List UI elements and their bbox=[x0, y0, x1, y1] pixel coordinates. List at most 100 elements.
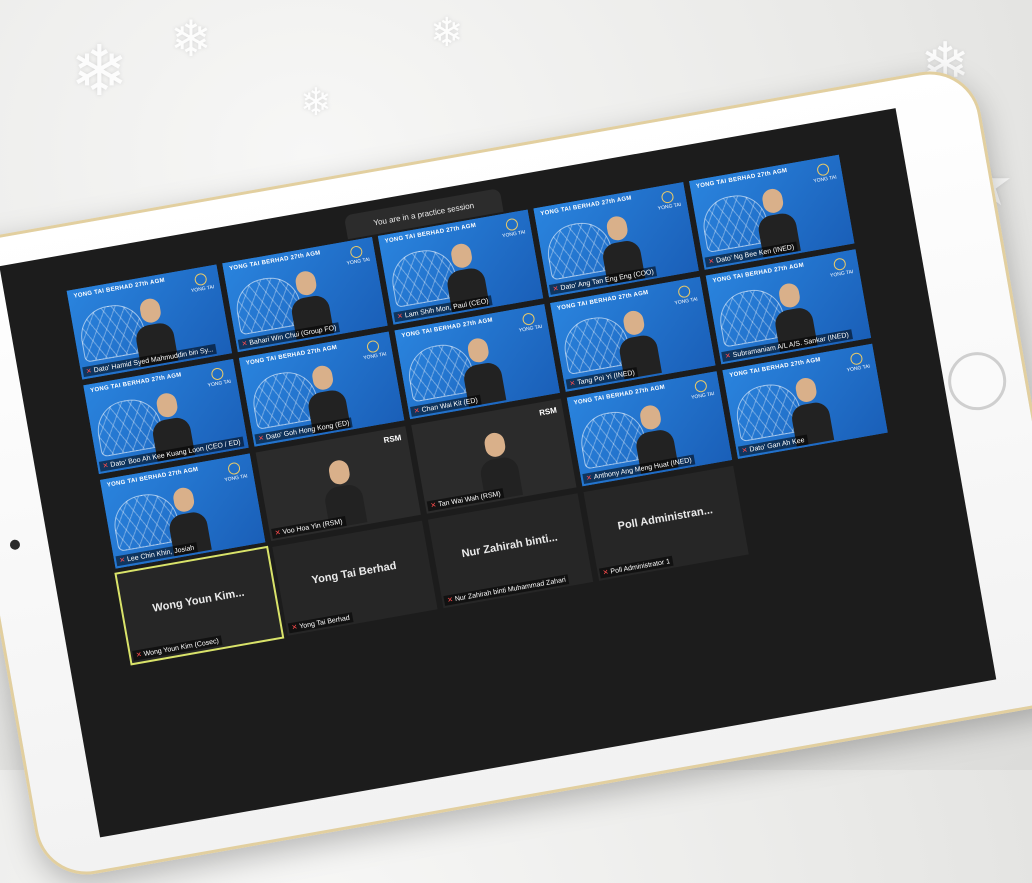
logo-text: YONG TAI bbox=[362, 351, 388, 362]
muted-mic-icon: ✕ bbox=[274, 529, 282, 538]
zoom-gallery-view: You are in a practice session YONG TAI B… bbox=[0, 108, 997, 838]
muted-mic-icon: ✕ bbox=[707, 258, 715, 266]
muted-mic-icon: ✕ bbox=[85, 367, 93, 376]
camera-icon bbox=[9, 538, 21, 551]
muted-mic-icon: ✕ bbox=[396, 312, 404, 321]
muted-mic-icon: ✕ bbox=[241, 340, 249, 349]
company-logo: YONG TAI bbox=[827, 256, 854, 280]
company-logo: YONG TAI bbox=[811, 162, 838, 185]
participant-tile[interactable]: Nur Zahirah binti... ✕ Nur Zahirah binti M… bbox=[427, 493, 594, 609]
participant-tile[interactable]: YONG TAI BERHAD 27th AGM YONG TAI ✕ Bahari … bbox=[222, 237, 388, 353]
logo-text: YONG TAI bbox=[190, 284, 215, 295]
home-button[interactable] bbox=[943, 347, 1011, 415]
logo-text: YONG TAI bbox=[829, 269, 854, 280]
participant-name-label: ✕ Nur Zahirah binti Muhammad Zahari bbox=[443, 574, 570, 606]
logo-text: YONG TAI bbox=[346, 256, 371, 267]
participant-tile[interactable]: YONG TAI BERHAD 27th AGM YONG TAI ✕ Subrama… bbox=[705, 249, 872, 365]
logo-text: YONG TAI bbox=[207, 378, 232, 389]
company-logo: YONG TAI bbox=[689, 378, 715, 401]
logo-text: YONG TAI bbox=[518, 323, 543, 334]
muted-mic-icon: ✕ bbox=[552, 285, 560, 294]
logo-text: YONG TAI bbox=[813, 174, 838, 185]
snowflake-icon: ❄ bbox=[170, 11, 212, 67]
participant-name: Nur Zahirah binti Muhammad Zahari bbox=[454, 576, 567, 603]
head bbox=[466, 336, 491, 364]
company-logo: YONG TAI bbox=[516, 311, 543, 334]
head bbox=[794, 376, 819, 404]
seal-icon bbox=[521, 312, 536, 326]
logo-text: YONG TAI bbox=[224, 473, 249, 484]
muted-mic-icon: ✕ bbox=[568, 379, 576, 388]
agm-header: YONG TAI BERHAD 27th AGM bbox=[540, 195, 633, 218]
photo-scene: ❄ ❄ ❄ ❄ ❄ ★ ★ You are in a practice sess… bbox=[0, 0, 1032, 883]
head bbox=[638, 403, 663, 431]
head bbox=[138, 297, 163, 325]
participant-tile[interactable]: YONG TAI BERHAD 27th AGM YONG TAI ✕ Tang Po… bbox=[550, 276, 716, 392]
company-logo: YONG TAI bbox=[844, 351, 871, 374]
seal-icon bbox=[349, 244, 364, 259]
seal-icon bbox=[660, 190, 675, 205]
head bbox=[294, 269, 318, 297]
participant-tile[interactable]: YONG TAI BERHAD 27th AGM YONG TAI ✕ Lee Chi… bbox=[100, 453, 266, 569]
participant-tile[interactable]: YONG TAI BERHAD 27th AGM YONG TAI ✕ Dato' G… bbox=[722, 343, 888, 459]
muted-mic-icon: ✕ bbox=[741, 447, 749, 456]
rsm-logo: RSM bbox=[538, 405, 558, 418]
participant-grid: YONG TAI BERHAD 27th AGM YONG TAI ✕ Dato' H… bbox=[66, 154, 905, 666]
head bbox=[449, 242, 474, 270]
participant-tile[interactable]: RSM ✕ Tan Wai Wah (RSM) bbox=[411, 398, 577, 514]
muted-mic-icon: ✕ bbox=[724, 352, 732, 361]
muted-mic-icon: ✕ bbox=[118, 556, 126, 565]
participant-tile[interactable]: YONG TAI BERHAD 27th AGM YONG TAI ✕ Dato' A… bbox=[533, 182, 699, 298]
participant-tile[interactable]: YONG TAI BERHAD 27th AGM YONG TAI ✕ Dato' B… bbox=[83, 359, 249, 475]
company-logo: YONG TAI bbox=[344, 244, 370, 267]
participant-tile[interactable]: YONG TAI BERHAD 27th AGM YONG TAI ✕ Anthony… bbox=[566, 371, 733, 487]
seal-icon bbox=[210, 366, 225, 381]
snowflake-icon: ❄ bbox=[70, 32, 129, 110]
logo-text: YONG TAI bbox=[674, 296, 699, 307]
participant-tile[interactable]: YONG TAI BERHAD 27th AGM YONG TAI ✕ Dato' N… bbox=[689, 154, 855, 270]
participant-display-name: Wong Youn Kim... bbox=[151, 586, 246, 615]
agm-header: YONG TAI BERHAD 27th AGM bbox=[695, 167, 788, 190]
participant-display-name: Yong Tai Berhad bbox=[310, 559, 398, 587]
participant-tile[interactable]: RSM ✕ Voo Hoa Yin (RSM) bbox=[255, 426, 421, 542]
participant-tile[interactable]: Poll Administran... ✕ Poll Administrator 1 bbox=[583, 465, 749, 581]
muted-mic-icon: ✕ bbox=[135, 651, 143, 660]
logo-text: YONG TAI bbox=[657, 201, 682, 212]
seal-icon bbox=[366, 339, 381, 354]
muted-mic-icon: ✕ bbox=[446, 596, 454, 605]
seal-icon bbox=[677, 284, 692, 299]
snowflake-icon: ❄ bbox=[300, 82, 332, 124]
head bbox=[171, 486, 196, 514]
head bbox=[605, 214, 630, 242]
snowflake-icon: ❄ bbox=[430, 11, 464, 55]
head bbox=[777, 281, 802, 309]
participant-tile[interactable]: Wong Youn Kim... ✕ Wong Youn Kim (Cosec) bbox=[114, 545, 285, 666]
rsm-logo: RSM bbox=[382, 433, 402, 446]
head bbox=[327, 458, 352, 486]
company-logo: YONG TAI bbox=[188, 271, 215, 295]
participant-tile[interactable]: Yong Tai Berhad ✕ Yong Tai Berhad bbox=[272, 520, 438, 636]
muted-mic-icon: ✕ bbox=[585, 474, 593, 483]
seal-icon bbox=[816, 162, 831, 177]
head bbox=[621, 309, 646, 337]
seal-icon bbox=[194, 272, 208, 287]
muted-mic-icon: ✕ bbox=[102, 462, 110, 471]
participant-tile[interactable]: YONG TAI BERHAD 27th AGM YONG TAI ✕ Chan Wa… bbox=[394, 304, 560, 420]
company-logo: YONG TAI bbox=[222, 461, 249, 484]
head bbox=[482, 431, 507, 459]
participant-name: Tan Wai Wah (RSM) bbox=[437, 490, 502, 509]
participant-name: Poll Administrator 1 bbox=[609, 557, 671, 576]
participant-name: Yong Tai Berhad bbox=[298, 614, 351, 631]
participant-name-label: ✕ Poll Administrator 1 bbox=[598, 555, 674, 579]
participant-tile[interactable]: YONG TAI BERHAD 27th AGM YONG TAI ✕ Dato' H… bbox=[66, 264, 232, 380]
participant-name: Voo Hoa Yin (RSM) bbox=[282, 518, 344, 536]
seal-icon bbox=[694, 379, 709, 394]
company-logo: YONG TAI bbox=[205, 366, 231, 389]
muted-mic-icon: ✕ bbox=[602, 569, 610, 577]
seal-icon bbox=[849, 351, 864, 366]
logo-text: YONG TAI bbox=[846, 363, 871, 374]
logo-text: YONG TAI bbox=[690, 391, 715, 401]
participant-tile[interactable]: YONG TAI BERHAD 27th AGM YONG TAI ✕ Dato' G… bbox=[238, 331, 405, 447]
tablet-device: You are in a practice session YONG TAI B… bbox=[0, 63, 1032, 883]
participant-name: Wong Youn Kim (Cosec) bbox=[143, 637, 220, 658]
